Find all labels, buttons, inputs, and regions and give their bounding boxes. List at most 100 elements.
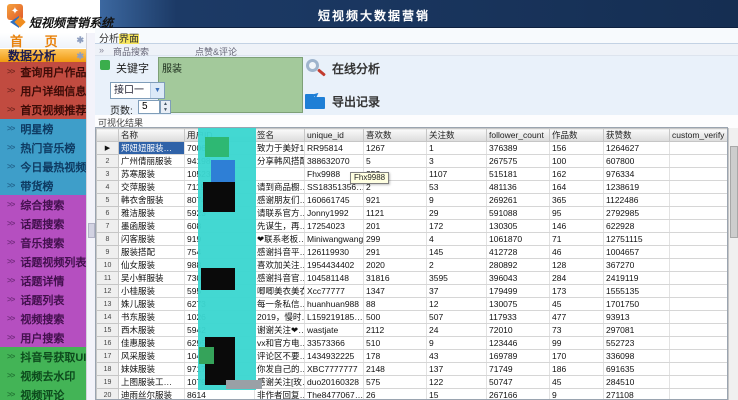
table-cell[interactable]: wastjate	[305, 324, 364, 337]
table-cell[interactable]	[670, 246, 729, 259]
sidebar-item[interactable]: >>查询用户作品	[0, 62, 86, 81]
table-cell[interactable]: 53	[427, 181, 487, 194]
column-header[interactable]: custom_verify	[670, 129, 729, 142]
table-cell[interactable]: 29	[427, 207, 487, 220]
table-cell[interactable]: 271108	[604, 389, 670, 400]
table-cell[interactable]: 请到商品橱…	[255, 181, 305, 194]
table-cell[interactable]	[670, 155, 729, 168]
table-row[interactable]: 14书东服装10262019，慢时…L159219185…50050711793…	[97, 311, 729, 324]
table-row[interactable]: 19上图服装工…1079感谢关注[玫…duo201603285751225074…	[97, 376, 729, 389]
table-cell[interactable]	[670, 285, 729, 298]
table-cell[interactable]: 感谢关注[玫…	[255, 376, 305, 389]
table-cell[interactable]: 146	[550, 220, 604, 233]
table-cell[interactable]: 284510	[604, 376, 670, 389]
sidebar-item[interactable]: >>视频评论	[0, 385, 86, 400]
table-cell[interactable]: 1347	[364, 285, 427, 298]
table-cell[interactable]: 2148	[364, 363, 427, 376]
table-cell[interactable]: 607800	[604, 155, 670, 168]
table-cell[interactable]: 妹妹服装	[119, 363, 185, 376]
table-cell[interactable]: 郑妞妞服装…	[119, 142, 185, 155]
table-cell[interactable]: 31816	[364, 272, 427, 285]
table-cell[interactable]: 交萍服装	[119, 181, 185, 194]
table-row[interactable]: ▶郑妞妞服装…7006致力于美好1…RR95814126713763891561…	[97, 142, 729, 155]
table-cell[interactable]: 201	[364, 220, 427, 233]
table-cell[interactable]: 691635	[604, 363, 670, 376]
table-cell[interactable]	[670, 220, 729, 233]
sidebar-item[interactable]: >>音乐搜索	[0, 233, 86, 252]
pages-stepper[interactable]: ▲▼	[160, 100, 171, 114]
table-cell[interactable]: vx和官方电…	[255, 337, 305, 350]
table-cell[interactable]: 1555135	[604, 285, 670, 298]
table-row[interactable]: 6雅洁服装5923请联系官方…Jonny19921121295910889527…	[97, 207, 729, 220]
table-cell[interactable]: 1701750	[604, 298, 670, 311]
table-cell[interactable]: 2419119	[604, 272, 670, 285]
table-cell[interactable]: 1004657	[604, 246, 670, 259]
table-cell[interactable]: 170	[550, 350, 604, 363]
table-cell[interactable]: 130305	[487, 220, 550, 233]
table-cell[interactable]: 1267	[364, 142, 427, 155]
row-header[interactable]: 20	[97, 389, 119, 400]
table-cell[interactable]: 2019，慢时…	[255, 311, 305, 324]
online-analysis-button[interactable]: 在线分析	[304, 58, 380, 78]
row-header[interactable]: 16	[97, 337, 119, 350]
table-cell[interactable]: 广州倩丽服装	[119, 155, 185, 168]
table-cell[interactable]: 姝儿服装	[119, 298, 185, 311]
table-cell[interactable]: ❤联系老板…	[255, 233, 305, 246]
row-header[interactable]: 15	[97, 324, 119, 337]
table-cell[interactable]: 921	[364, 194, 427, 207]
table-cell[interactable]: 15	[427, 389, 487, 400]
table-cell[interactable]: 73	[550, 324, 604, 337]
table-cell[interactable]: 481136	[487, 181, 550, 194]
table-cell[interactable]: 韩衣舍服装	[119, 194, 185, 207]
table-cell[interactable]: 9	[550, 389, 604, 400]
table-cell[interactable]: 苏寒服装	[119, 168, 185, 181]
table-cell[interactable]: 12	[427, 298, 487, 311]
sidebar-item[interactable]: >>用户搜索	[0, 328, 86, 347]
table-cell[interactable]: 墨函服装	[119, 220, 185, 233]
table-row[interactable]: 12小桂服装595唧唧美衣美衣…Xcc777771347371794991731…	[97, 285, 729, 298]
table-cell[interactable]: 269261	[487, 194, 550, 207]
table-cell[interactable]: 50747	[487, 376, 550, 389]
table-cell[interactable]: 164	[550, 181, 604, 194]
table-cell[interactable]: 2	[427, 259, 487, 272]
table-cell[interactable]: 336098	[604, 350, 670, 363]
row-header[interactable]: 12	[97, 285, 119, 298]
table-row[interactable]: 8闪客服装919❤联系老板…Miniwangwang29941061870711…	[97, 233, 729, 246]
table-cell[interactable]: 43	[427, 350, 487, 363]
table-cell[interactable]: 2020	[364, 259, 427, 272]
table-cell[interactable]	[670, 324, 729, 337]
table-cell[interactable]: 137	[427, 363, 487, 376]
table-cell[interactable]: 507	[427, 311, 487, 324]
table-cell[interactable]: 西木服装	[119, 324, 185, 337]
results-table[interactable]: 名称用户ID签名unique_id喜欢数关注数follower_count作品数…	[95, 127, 728, 400]
table-cell[interactable]: 33573366	[305, 337, 364, 350]
sidebar-item[interactable]: >>热门音乐榜	[0, 138, 86, 157]
table-row[interactable]: 20迪雨丝尔服装8614非作者回复…The8477067…26152671669…	[97, 389, 729, 400]
table-cell[interactable]: 书东服装	[119, 311, 185, 324]
table-cell[interactable]: 376389	[487, 142, 550, 155]
table-row[interactable]: 15西木服装5942谢谢关注❤…wastjate2112247201073297…	[97, 324, 729, 337]
table-cell[interactable]: 126119930	[305, 246, 364, 259]
table-cell[interactable]	[670, 298, 729, 311]
table-cell[interactable]	[670, 272, 729, 285]
sidebar-item[interactable]: >>话题搜索	[0, 214, 86, 233]
keyword-textarea[interactable]: 服装	[158, 57, 303, 113]
table-cell[interactable]: 179499	[487, 285, 550, 298]
pages-input[interactable]: 5	[138, 100, 160, 114]
table-cell[interactable]: 仙女服装	[119, 259, 185, 272]
table-cell[interactable]: 267166	[487, 389, 550, 400]
table-cell[interactable]: 吴小鲜服装	[119, 272, 185, 285]
row-header[interactable]: 13	[97, 298, 119, 311]
table-cell[interactable]: 976334	[604, 168, 670, 181]
table-cell[interactable]	[670, 363, 729, 376]
table-cell[interactable]: 575	[364, 376, 427, 389]
table-cell[interactable]: 291	[364, 246, 427, 259]
table-row[interactable]: 4交萍服装71198请到商品橱…SS18351356…2534811361641…	[97, 181, 729, 194]
table-cell[interactable]: 感谢抖音官…	[255, 272, 305, 285]
table-cell[interactable]	[670, 142, 729, 155]
table-cell[interactable]: 45	[550, 376, 604, 389]
table-cell[interactable]: 分享韩风搭配~	[255, 155, 305, 168]
row-header[interactable]: 11	[97, 272, 119, 285]
table-cell[interactable]: 1061870	[487, 233, 550, 246]
table-cell[interactable]: RR95814	[305, 142, 364, 155]
